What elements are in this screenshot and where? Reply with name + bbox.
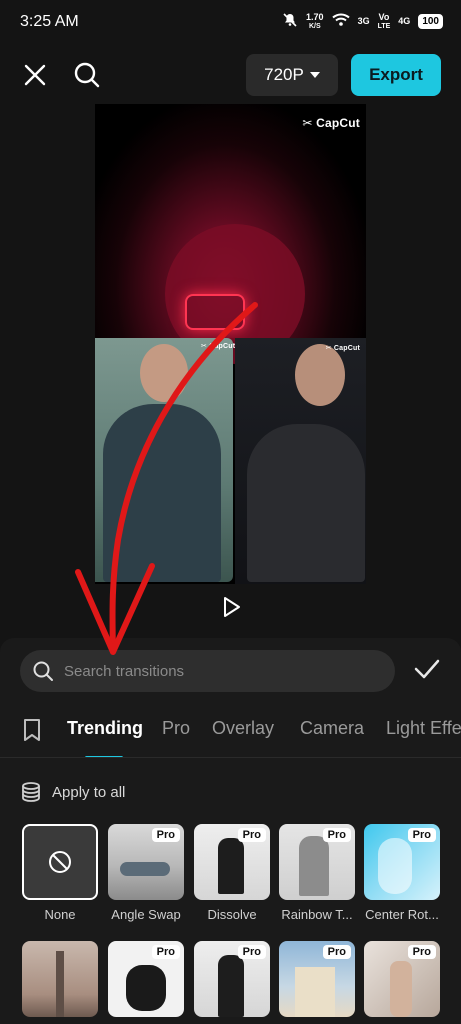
none-icon <box>49 851 71 873</box>
play-icon <box>224 597 240 617</box>
apply-to-all-button[interactable]: Apply to all <box>20 781 125 803</box>
status-bar: 3:25 AM 1.70 K/S 3G Vo LTE 4G 100 <box>0 0 461 44</box>
wifi-icon <box>331 13 350 30</box>
capcut-watermark-small: ✂ CapCut <box>201 343 236 350</box>
transition-label: None <box>44 907 76 922</box>
transition-none[interactable]: None <box>22 824 98 922</box>
tab-pro[interactable]: Pro <box>162 718 190 739</box>
clock: 3:25 AM <box>20 13 79 30</box>
pro-badge: Pro <box>237 828 266 842</box>
category-tabs: Trending Pro Overlay Camera Light Effe <box>0 712 461 758</box>
pro-badge: Pro <box>151 828 180 842</box>
apply-to-all-label: Apply to all <box>52 783 126 801</box>
transitions-panel: Trending Pro Overlay Camera Light Effe A… <box>0 638 461 1024</box>
transition-dissolve[interactable]: Pro Dissolve <box>194 824 270 922</box>
neon-mask <box>185 294 245 330</box>
transition-center-rotate[interactable]: Pro Center Rot... <box>364 824 440 922</box>
transition-thumb: Pro <box>108 941 184 1017</box>
bookmark-icon <box>24 719 40 741</box>
speed-unit: K/S <box>308 22 321 30</box>
transition-search-bar[interactable] <box>20 650 395 692</box>
person-right-head <box>295 344 345 406</box>
top-toolbar: 720P Export <box>0 54 461 96</box>
pro-badge: Pro <box>151 945 180 959</box>
transition-thumb: Pro <box>279 941 355 1017</box>
transition-thumb: Pro <box>108 824 184 900</box>
transition-item[interactable]: Pro <box>279 941 355 1017</box>
volte: Vo LTE <box>377 11 391 31</box>
active-tab-indicator <box>85 756 123 757</box>
pro-badge: Pro <box>237 945 266 959</box>
tab-light-effects[interactable]: Light Effe <box>386 718 461 739</box>
transition-thumb <box>22 941 98 1017</box>
transition-thumb: Pro <box>364 824 440 900</box>
transition-label: Angle Swap <box>111 907 181 922</box>
transition-thumb: Pro <box>194 824 270 900</box>
close-button[interactable] <box>19 59 51 91</box>
tab-trending[interactable]: Trending <box>67 718 143 739</box>
play-button[interactable] <box>218 594 244 620</box>
favorites-tab[interactable] <box>22 718 42 747</box>
transition-rainbow[interactable]: Pro Rainbow T... <box>279 824 355 922</box>
resolution-dropdown[interactable]: 720P <box>246 54 338 96</box>
caret-down-icon <box>309 71 320 78</box>
pro-badge: Pro <box>322 828 351 842</box>
search-icon <box>74 62 100 88</box>
search-icon <box>33 661 53 681</box>
transition-item[interactable]: Pro <box>194 941 270 1017</box>
volte-bottom: LTE <box>377 22 391 30</box>
person-left-head <box>140 344 188 402</box>
pro-badge: Pro <box>322 945 351 959</box>
network-speed: 1.70 K/S <box>306 11 324 31</box>
confirm-button[interactable] <box>412 654 444 686</box>
resolution-label: 720P <box>264 65 304 84</box>
transition-thumb: Pro <box>194 941 270 1017</box>
export-button[interactable]: Export <box>351 54 441 96</box>
transition-item[interactable] <box>22 941 98 1017</box>
mute-icon <box>282 12 298 31</box>
transition-thumb: Pro <box>279 824 355 900</box>
capcut-watermark-small: ✂ CapCut <box>325 345 360 352</box>
tab-camera[interactable]: Camera <box>300 718 364 739</box>
transition-item[interactable]: Pro <box>364 941 440 1017</box>
check-icon <box>414 659 440 679</box>
pro-badge: Pro <box>407 945 436 959</box>
person-left <box>103 404 221 582</box>
video-preview[interactable]: ✂ CapCut ✂ CapCut ✂ CapCut <box>95 104 366 584</box>
volte-top: Vo <box>378 11 390 22</box>
transition-label: Dissolve <box>207 907 257 922</box>
battery-indicator: 100 <box>418 14 443 29</box>
layers-icon <box>22 782 40 802</box>
tab-overlay[interactable]: Overlay <box>212 718 274 739</box>
person-right <box>247 424 365 582</box>
transition-thumb <box>22 824 98 900</box>
status-icons: 1.70 K/S 3G Vo LTE 4G 100 <box>282 12 443 31</box>
search-input[interactable] <box>64 650 384 692</box>
capcut-watermark: ✂ CapCut <box>302 116 360 130</box>
pro-badge: Pro <box>407 828 436 842</box>
net-4g: 4G <box>398 16 411 26</box>
transition-thumb: Pro <box>364 941 440 1017</box>
transition-label: Rainbow T... <box>281 907 353 922</box>
close-icon <box>24 64 46 86</box>
transition-label: Center Rot... <box>365 907 439 922</box>
net-3g: 3G <box>357 16 370 26</box>
speed-value: 1.70 <box>306 11 324 22</box>
search-button[interactable] <box>71 59 103 91</box>
transition-item[interactable]: Pro <box>108 941 184 1017</box>
transition-angle-swap[interactable]: Pro Angle Swap <box>108 824 184 922</box>
